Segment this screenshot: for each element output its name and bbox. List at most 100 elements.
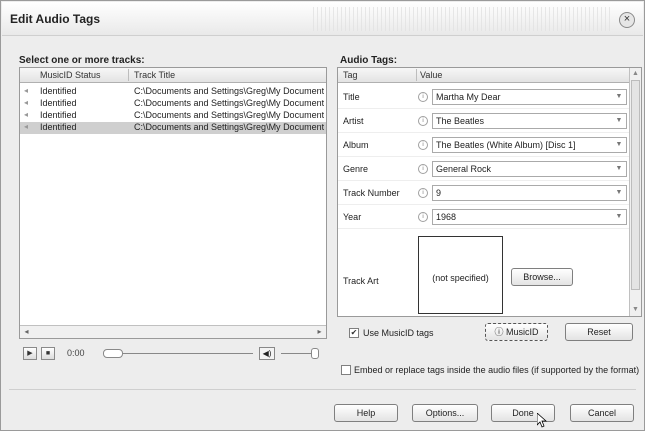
horizontal-scrollbar[interactable]: ◂ ▸ xyxy=(20,325,326,338)
footer-divider xyxy=(9,389,636,390)
year-field[interactable]: 1968 ▼ xyxy=(432,209,627,225)
chevron-down-icon[interactable]: ▼ xyxy=(614,188,624,198)
track-row-selected[interactable]: ◂ Identified C:\Documents and Settings\G… xyxy=(20,122,326,134)
tag-row-track-number: Track Number i 9 ▼ xyxy=(338,181,630,205)
track-art-row: Track Art (not specified) Browse... xyxy=(338,236,630,316)
close-icon[interactable]: × xyxy=(619,12,635,28)
row-arrow-icon: ◂ xyxy=(24,122,29,131)
tag-name: Genre xyxy=(343,164,369,174)
column-tag: Tag xyxy=(343,70,358,80)
playback-time: 0:00 xyxy=(67,348,85,358)
audio-tags-section-label: Audio Tags: xyxy=(340,55,398,66)
info-icon[interactable]: i xyxy=(418,92,428,102)
column-value: Value xyxy=(420,70,443,80)
musicid-button-label: MusicID xyxy=(506,327,539,337)
album-field[interactable]: The Beatles (White Album) [Disc 1] ▼ xyxy=(432,137,627,153)
tag-name: Title xyxy=(343,92,360,102)
scroll-up-icon[interactable]: ▲ xyxy=(630,69,641,79)
info-icon[interactable]: i xyxy=(418,188,428,198)
tag-row-album: Album i The Beatles (White Album) [Disc … xyxy=(338,133,630,157)
row-arrow-icon: ◂ xyxy=(24,98,29,107)
volume-icon[interactable]: ◀) xyxy=(259,347,275,360)
column-separator xyxy=(416,69,417,81)
track-row[interactable]: ◂ Identified C:\Documents and Settings\G… xyxy=(20,110,326,122)
info-icon[interactable]: i xyxy=(418,212,428,222)
info-icon[interactable]: i xyxy=(418,164,428,174)
track-path: C:\Documents and Settings\Greg\My Docume… xyxy=(134,110,324,120)
chevron-down-icon[interactable]: ▼ xyxy=(614,164,624,174)
tag-name: Track Number xyxy=(343,188,400,198)
track-art-image[interactable]: (not specified) xyxy=(418,236,503,314)
artist-field[interactable]: The Beatles ▼ xyxy=(432,113,627,129)
embed-tags-label: Embed or replace tags inside the audio f… xyxy=(354,365,640,375)
row-arrow-icon: ◂ xyxy=(24,110,29,119)
column-track-title[interactable]: Track Title xyxy=(134,70,175,80)
vertical-scrollbar[interactable]: ▲ ▼ xyxy=(629,68,641,316)
scroll-left-icon[interactable]: ◂ xyxy=(21,327,32,337)
browse-button[interactable]: Browse... xyxy=(511,268,573,286)
track-art-placeholder: (not specified) xyxy=(432,273,489,283)
audio-player: ▶ ■ 0:00 ◀) xyxy=(23,345,327,365)
track-path: C:\Documents and Settings\Greg\My Docume… xyxy=(134,98,324,108)
tracks-list[interactable]: MusicID Status Track Title ◂ Identified … xyxy=(19,67,327,339)
scroll-thumb[interactable] xyxy=(631,80,640,290)
field-value: 1968 xyxy=(436,212,457,222)
help-button[interactable]: Help xyxy=(334,404,398,422)
use-musicid-checkbox[interactable]: ✔ xyxy=(349,328,359,338)
track-row[interactable]: ◂ Identified C:\Documents and Settings\G… xyxy=(20,98,326,110)
musicid-button[interactable]: ⓘ MusicID xyxy=(485,323,548,341)
tag-name: Artist xyxy=(343,116,364,126)
chevron-down-icon[interactable]: ▼ xyxy=(614,140,624,150)
row-arrow-icon: ◂ xyxy=(24,86,29,95)
embed-tags-checkbox[interactable] xyxy=(341,365,351,375)
track-path: C:\Documents and Settings\Greg\My Docume… xyxy=(134,86,324,96)
stop-icon[interactable]: ■ xyxy=(41,347,55,360)
field-value: The Beatles xyxy=(436,116,485,126)
tag-row-genre: Genre i General Rock ▼ xyxy=(338,157,630,181)
use-musicid-label: Use MusicID tags xyxy=(363,328,434,338)
tags-header: Tag Value xyxy=(338,68,630,83)
genre-field[interactable]: General Rock ▼ xyxy=(432,161,627,177)
tag-name: Track Art xyxy=(343,276,379,286)
tag-row-artist: Artist i The Beatles ▼ xyxy=(338,109,630,133)
title-decoration xyxy=(313,7,613,31)
edit-audio-tags-dialog: Edit Audio Tags × Select one or more tra… xyxy=(0,0,645,431)
window-title: Edit Audio Tags xyxy=(10,12,100,26)
scroll-down-icon[interactable]: ▼ xyxy=(630,305,641,315)
options-button[interactable]: Options... xyxy=(412,404,478,422)
audio-tags-grid: Tag Value Title i Martha My Dear ▼ Artis… xyxy=(337,67,642,317)
tracks-header: MusicID Status Track Title xyxy=(20,68,326,83)
track-row[interactable]: ◂ Identified C:\Documents and Settings\G… xyxy=(20,86,326,98)
column-musicid-status[interactable]: MusicID Status xyxy=(40,70,101,80)
field-value: 9 xyxy=(436,188,442,198)
info-icon[interactable]: i xyxy=(418,116,428,126)
play-icon[interactable]: ▶ xyxy=(23,347,37,360)
tag-row-year: Year i 1968 ▼ xyxy=(338,205,630,229)
track-status: Identified xyxy=(40,110,77,120)
reset-button[interactable]: Reset xyxy=(565,323,633,341)
tags-options-bar: ✔ Use MusicID tags ⓘ MusicID Reset xyxy=(337,319,642,345)
field-value: General Rock xyxy=(436,164,492,174)
track-status: Identified xyxy=(40,86,77,96)
seek-slider[interactable] xyxy=(103,349,123,358)
title-field[interactable]: Martha My Dear ▼ xyxy=(432,89,627,105)
info-icon[interactable]: i xyxy=(418,140,428,150)
mouse-cursor-icon xyxy=(537,413,547,428)
field-value: Martha My Dear xyxy=(436,92,501,102)
seek-track[interactable] xyxy=(103,353,253,354)
chevron-down-icon[interactable]: ▼ xyxy=(614,116,624,126)
tracks-section-label: Select one or more tracks: xyxy=(19,55,145,66)
chevron-down-icon[interactable]: ▼ xyxy=(614,92,624,102)
tag-name: Album xyxy=(343,140,369,150)
scroll-right-icon[interactable]: ▸ xyxy=(314,327,325,337)
track-status: Identified xyxy=(40,122,77,132)
chevron-down-icon[interactable]: ▼ xyxy=(614,212,624,222)
info-icon: ⓘ xyxy=(494,327,506,337)
track-path: C:\Documents and Settings\Greg\My Docume… xyxy=(134,122,324,132)
title-bar: Edit Audio Tags × xyxy=(2,2,643,36)
volume-slider[interactable] xyxy=(311,348,319,359)
track-number-field[interactable]: 9 ▼ xyxy=(432,185,627,201)
track-status: Identified xyxy=(40,98,77,108)
tag-name: Year xyxy=(343,212,362,222)
cancel-button[interactable]: Cancel xyxy=(570,404,634,422)
